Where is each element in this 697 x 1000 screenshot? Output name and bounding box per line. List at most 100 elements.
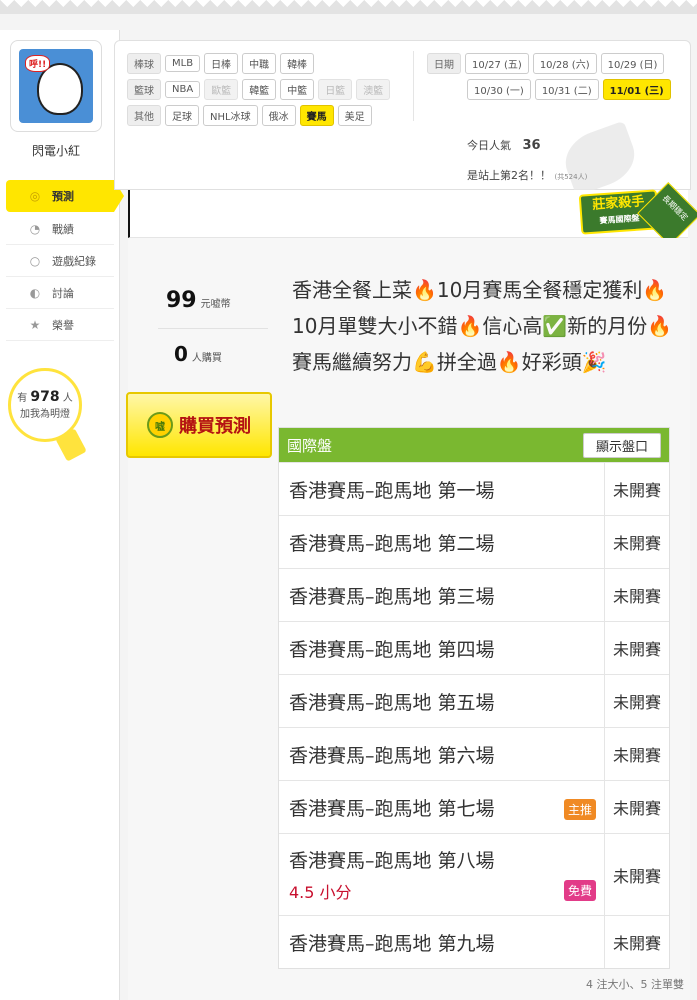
table-row: 香港賽馬–跑馬地 第三場 未開賽 bbox=[279, 568, 669, 621]
filter-khl[interactable]: 俄冰 bbox=[261, 105, 296, 126]
fans-unit: 人 bbox=[62, 393, 73, 404]
filter-row-basketball: 籃球 NBA 歐籃 韓籃 中籃 日籃 澳籃 bbox=[127, 79, 391, 100]
buy-label: 購買預測 bbox=[179, 416, 251, 437]
avatar-image: 呼!! bbox=[19, 49, 93, 123]
filter-horse-racing[interactable]: 賽馬 bbox=[299, 105, 334, 126]
popularity-label: 今日人氣 bbox=[467, 139, 511, 152]
table-row: 香港賽馬–跑馬地 第二場 未開賽 bbox=[279, 515, 669, 568]
filter-china-basketball[interactable]: 中籃 bbox=[280, 79, 315, 100]
buyers: 0 人購買 bbox=[174, 342, 222, 366]
side-nav: ◎ 預測 ◔ 戰績 ○ 遊戲紀錄 ◐ 討論 ★ 榮譽 bbox=[6, 180, 124, 341]
date-1027[interactable]: 10/27 (五) bbox=[465, 53, 529, 74]
race-name: 香港賽馬–跑馬地 第一場 bbox=[289, 479, 495, 502]
top-border bbox=[0, 0, 697, 14]
race-status: 未開賽 bbox=[612, 481, 661, 500]
category-label: 棒球 bbox=[127, 53, 161, 74]
buy-prediction-button[interactable]: 嘘 購買預測 bbox=[126, 392, 272, 458]
decoration-leaf-icon bbox=[557, 120, 643, 197]
race-name: 香港賽馬–跑馬地 第五場 bbox=[289, 691, 495, 714]
date-1031[interactable]: 10/31 (二) bbox=[534, 79, 599, 100]
left-sidebar: 呼!! 閃電小紅 ◎ 預測 ◔ 戰績 ○ 遊戲紀錄 ◐ 討論 ★ 榮譽 有 97… bbox=[0, 30, 124, 1000]
race-status: 未開賽 bbox=[612, 934, 661, 953]
race-name: 香港賽馬–跑馬地 第七場 bbox=[289, 797, 495, 820]
race-name: 香港賽馬–跑馬地 第二場 bbox=[289, 532, 495, 555]
filter-soccer[interactable]: 足球 bbox=[165, 105, 199, 126]
race-status: 未開賽 bbox=[612, 587, 661, 606]
race-status: 未開賽 bbox=[612, 866, 661, 886]
filter-nfl[interactable]: 美足 bbox=[337, 105, 372, 126]
popularity-value: 36 bbox=[522, 138, 541, 153]
race-table: 國際盤 顯示盤口 香港賽馬–跑馬地 第一場 未開賽 香港賽馬–跑馬地 第二場 未… bbox=[278, 427, 670, 969]
show-odds-button[interactable]: 顯示盤口 bbox=[582, 432, 661, 458]
buyers-unit: 人購買 bbox=[191, 353, 222, 364]
race-status: 未開賽 bbox=[612, 746, 661, 765]
date-1030[interactable]: 10/30 (一) bbox=[467, 79, 531, 100]
race-name: 香港賽馬–跑馬地 第六場 bbox=[289, 744, 495, 767]
filter-kbo[interactable]: 韓棒 bbox=[280, 53, 315, 74]
nav-label: 戰績 bbox=[52, 222, 74, 236]
avatar[interactable]: 呼!! bbox=[10, 40, 102, 132]
nav-label: 討論 bbox=[52, 286, 74, 300]
table-row: 香港賽馬–跑馬地 第八場 4.5 小分 免費 未開賽 bbox=[279, 833, 669, 915]
date-1029[interactable]: 10/29 (日) bbox=[600, 53, 665, 74]
race-name: 香港賽馬–跑馬地 第四場 bbox=[289, 638, 495, 661]
nav-item-record[interactable]: ◔ 戰績 bbox=[6, 213, 114, 245]
nav-label: 預測 bbox=[52, 190, 74, 203]
avatar-bubble: 呼!! bbox=[25, 55, 51, 72]
username[interactable]: 閃電小紅 bbox=[0, 142, 112, 159]
table-row: 香港賽馬–跑馬地 第九場 未開賽 bbox=[279, 915, 669, 968]
category-label: 其他 bbox=[127, 105, 161, 126]
price-value: 99 bbox=[166, 288, 197, 313]
filter-japan-basketball: 日籃 bbox=[318, 79, 353, 100]
featured-badge: 主推 bbox=[563, 799, 596, 820]
race-status: 未開賽 bbox=[612, 799, 661, 818]
filter-npb[interactable]: 日棒 bbox=[204, 53, 239, 74]
date-label: 日期 bbox=[427, 53, 461, 74]
date-1028[interactable]: 10/28 (六) bbox=[532, 53, 597, 74]
table-title: 國際盤 bbox=[287, 436, 333, 455]
race-name: 香港賽馬–跑馬地 第三場 bbox=[289, 585, 495, 608]
buyers-count: 0 bbox=[174, 342, 188, 366]
rank-text: 是站上第2名！！ (共524人) bbox=[467, 167, 587, 183]
nav-item-honor[interactable]: ★ 榮譽 bbox=[6, 309, 114, 341]
category-label: 籃球 bbox=[127, 79, 161, 100]
nav-item-discuss[interactable]: ◐ 討論 bbox=[6, 277, 114, 309]
coin-icon: 嘘 bbox=[147, 412, 173, 438]
fans-count: 978 bbox=[30, 389, 60, 405]
table-header: 國際盤 顯示盤口 bbox=[279, 428, 669, 462]
medal-icon: ★ bbox=[29, 317, 41, 332]
nav-item-game-log[interactable]: ○ 遊戲紀錄 bbox=[6, 245, 114, 277]
rank-label: 是站上第2名！！ bbox=[467, 169, 551, 182]
filter-nba[interactable]: NBA bbox=[165, 81, 201, 98]
nav-label: 遊戲紀錄 bbox=[52, 254, 96, 268]
filter-nhl[interactable]: NHL冰球 bbox=[203, 105, 258, 126]
table-row: 香港賽馬–跑馬地 第七場 主推 未開賽 bbox=[279, 780, 669, 833]
filter-korea-basketball[interactable]: 韓籃 bbox=[242, 79, 277, 100]
nav-item-predict[interactable]: ◎ 預測 bbox=[6, 180, 124, 212]
filter-row-other: 其他 足球 NHL冰球 俄冰 賽馬 美足 bbox=[127, 105, 372, 126]
table-row: 香港賽馬–跑馬地 第四場 未開賽 bbox=[279, 621, 669, 674]
prediction-description: 香港全餐上菜🔥10月賽馬全餐穩定獲利🔥10月單雙大小不錯🔥信心高✅新的月份🔥賽馬… bbox=[292, 278, 673, 374]
rank-note: (共524人) bbox=[554, 173, 588, 181]
free-badge: 免費 bbox=[563, 880, 596, 901]
chat-icon: ◐ bbox=[29, 285, 41, 300]
chart-icon: ◔ bbox=[29, 221, 41, 236]
race-status: 未開賽 bbox=[612, 640, 661, 659]
date-1101[interactable]: 11/01 (三) bbox=[602, 79, 671, 100]
filter-mlb[interactable]: MLB bbox=[165, 55, 201, 72]
date-row-2: 10/30 (一) 10/31 (二) 11/01 (三) bbox=[467, 79, 671, 100]
badge-title: 莊家殺手 bbox=[591, 194, 645, 213]
filter-cpbl[interactable]: 中職 bbox=[242, 53, 277, 74]
fans-caption: 加我為明燈 bbox=[20, 409, 70, 420]
race-status: 未開賽 bbox=[612, 534, 661, 553]
divider bbox=[158, 328, 268, 329]
race-name: 香港賽馬–跑馬地 第九場 bbox=[289, 932, 495, 955]
filter-panel: 棒球 MLB 日棒 中職 韓棒 籃球 NBA 歐籃 韓籃 中籃 日籃 澳籃 其他… bbox=[114, 40, 691, 197]
popularity: 今日人氣 36 bbox=[467, 137, 541, 153]
prediction-content: 99 元嘘幣 0 人購買 嘘 購買預測 香港全餐上菜🔥10月賽馬全餐穩定獲利🔥10月… bbox=[126, 238, 690, 1000]
table-row: 香港賽馬–跑馬地 第五場 未開賽 bbox=[279, 674, 669, 727]
record-icon: ○ bbox=[29, 253, 41, 268]
date-row-1: 日期 10/27 (五) 10/28 (六) 10/29 (日) bbox=[427, 53, 665, 74]
price-unit: 元嘘幣 bbox=[200, 299, 231, 310]
table-row: 香港賽馬–跑馬地 第一場 未開賽 bbox=[279, 462, 669, 515]
